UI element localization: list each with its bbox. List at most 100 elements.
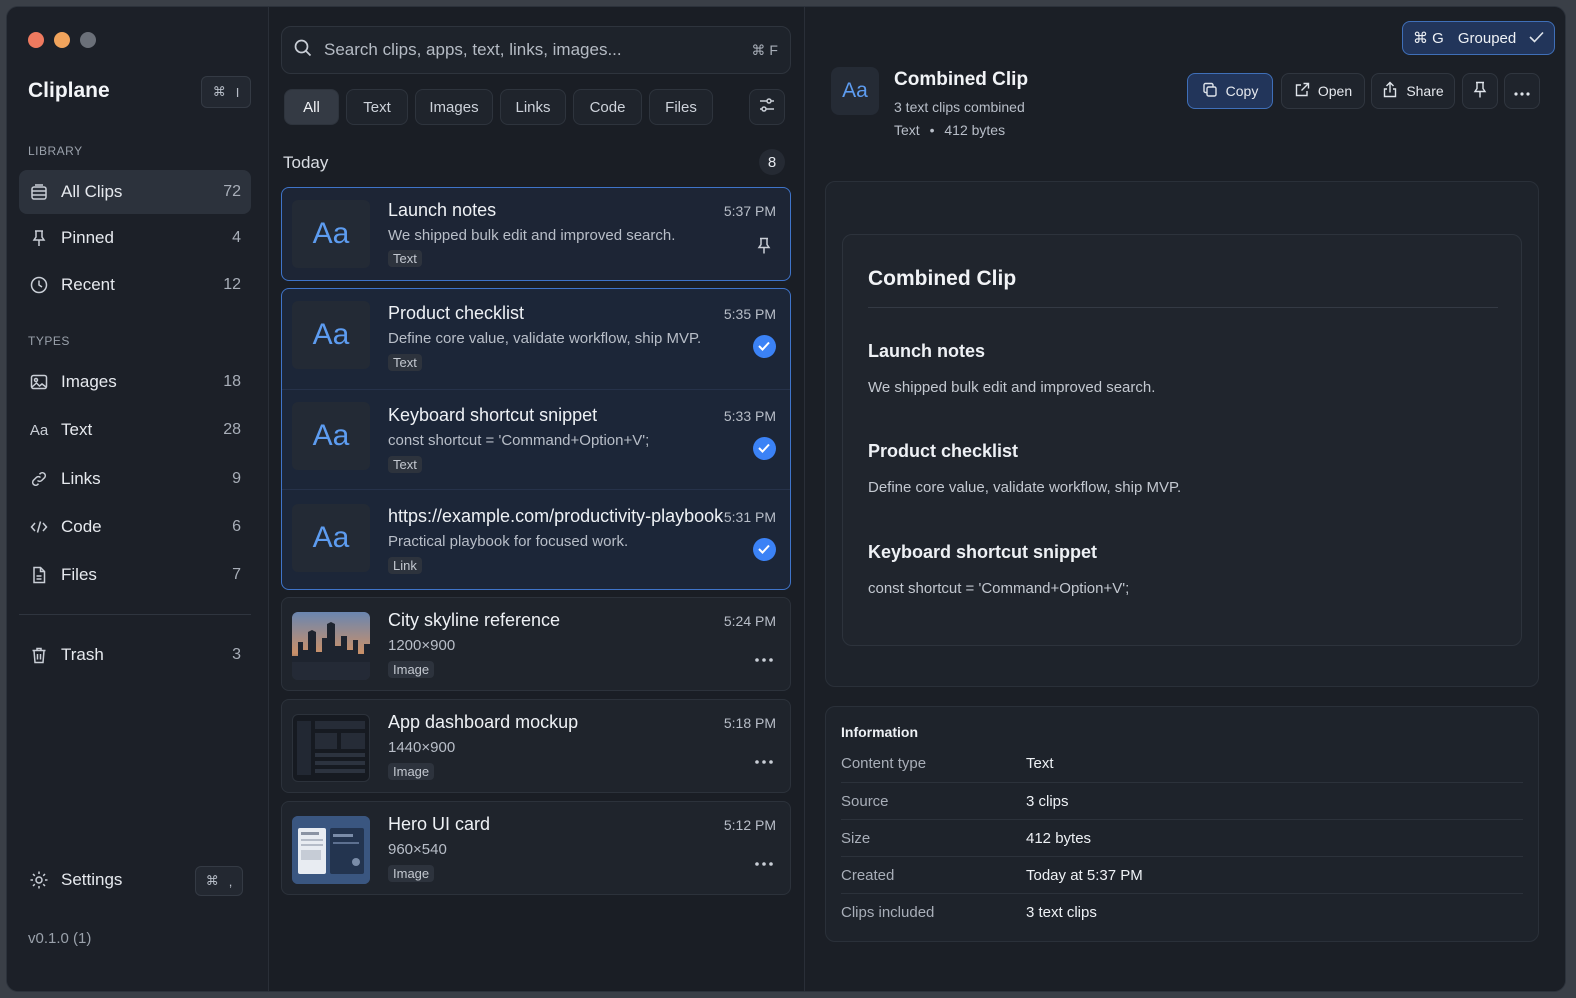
filter-chip-text[interactable]: Text bbox=[346, 89, 408, 125]
detail-pane: ⌘ G Grouped Aa Combined Clip 3 text clip… bbox=[805, 7, 1565, 991]
clip-time: 5:35 PM bbox=[723, 306, 776, 322]
more-options-button[interactable] bbox=[752, 646, 776, 670]
zoom-window-button[interactable] bbox=[80, 32, 96, 48]
sidebar-item-label: Files bbox=[61, 565, 97, 584]
filter-chip-all[interactable]: All bbox=[284, 89, 339, 125]
filter-chip-images[interactable]: Images bbox=[415, 89, 493, 125]
info-value: Text bbox=[1026, 755, 1054, 772]
clip-subtitle: 960×540 bbox=[388, 841, 447, 858]
clip-time: 5:18 PM bbox=[723, 715, 776, 731]
clip-type-tag: Image bbox=[388, 763, 435, 780]
sidebar-item-label: Text bbox=[61, 420, 93, 439]
content-preview-panel: Combined Clip Launch notes We shipped bu… bbox=[825, 181, 1539, 687]
selection-checkbox[interactable] bbox=[752, 436, 776, 460]
detail-subtitle: 3 text clips combined bbox=[894, 99, 1025, 115]
pin-icon bbox=[1472, 81, 1488, 102]
sidebar-item-count: 12 bbox=[223, 276, 241, 293]
share-label: Share bbox=[1406, 83, 1444, 99]
sidebar-item-code[interactable]: Code 6 bbox=[19, 505, 251, 549]
info-row-size: Size 412 bytes bbox=[841, 819, 1523, 856]
sidebar-item-count: 4 bbox=[232, 229, 241, 246]
clip-card-hero-ui-card[interactable]: Hero UI card 960×540 Image 5:12 PM bbox=[281, 801, 791, 895]
clip-subtitle: 1200×900 bbox=[388, 637, 456, 654]
information-panel: Information Content type Text Source 3 c… bbox=[825, 706, 1539, 942]
clip-time: 5:37 PM bbox=[723, 203, 776, 219]
selection-checkbox[interactable] bbox=[752, 537, 776, 561]
clip-card-product-checklist[interactable]: Aa Product checklist Define core value, … bbox=[282, 289, 790, 389]
sidebar-item-label: Trash bbox=[61, 645, 104, 664]
filter-chip-files[interactable]: Files bbox=[649, 89, 713, 125]
sidebar-item-links[interactable]: Links 9 bbox=[19, 457, 251, 501]
open-button[interactable]: Open bbox=[1281, 73, 1365, 109]
clip-card-keyboard-shortcut-snippet[interactable]: Aa Keyboard shortcut snippet const short… bbox=[282, 389, 790, 489]
clip-card-launch-notes[interactable]: Aa Launch notes We shipped bulk edit and… bbox=[281, 187, 791, 281]
sidebar-item-files[interactable]: Files 7 bbox=[19, 553, 251, 597]
open-label: Open bbox=[1317, 83, 1353, 99]
preview-section-body: Define core value, validate workflow, sh… bbox=[868, 479, 1182, 496]
clip-card-city-skyline[interactable]: City skyline reference 1200×900 Image 5:… bbox=[281, 597, 791, 691]
search-bar[interactable]: ⌘ F bbox=[281, 26, 791, 74]
info-value: 3 text clips bbox=[1026, 903, 1097, 921]
sidebar-item-recent[interactable]: Recent 12 bbox=[19, 263, 251, 307]
copy-button[interactable]: Copy bbox=[1187, 73, 1273, 109]
pin-clip-button[interactable] bbox=[1462, 73, 1498, 109]
search-input[interactable] bbox=[324, 40, 752, 60]
sidebar-toggle-shortcut[interactable]: ⌘ I bbox=[201, 76, 251, 108]
clip-time: 5:24 PM bbox=[723, 613, 776, 629]
share-icon bbox=[1382, 81, 1398, 101]
minimize-window-button[interactable] bbox=[54, 32, 70, 48]
search-icon bbox=[294, 39, 312, 62]
clip-list-pane: ⌘ F All Text Images Links Code Files Tod… bbox=[269, 7, 805, 991]
sidebar-divider bbox=[19, 614, 251, 615]
sidebar-item-count: 3 bbox=[232, 646, 241, 663]
pin-button[interactable] bbox=[752, 236, 776, 260]
text-type-icon: Aa bbox=[831, 67, 879, 115]
sidebar-item-trash[interactable]: Trash 3 bbox=[19, 633, 251, 677]
info-row-source: Source 3 clips bbox=[841, 782, 1523, 819]
link-icon bbox=[29, 469, 49, 489]
sidebar-item-text[interactable]: Aa Text 28 bbox=[19, 408, 251, 452]
sidebar-item-all-clips[interactable]: All Clips 72 bbox=[19, 170, 251, 214]
info-value: 412 bytes bbox=[1026, 829, 1092, 847]
close-window-button[interactable] bbox=[28, 32, 44, 48]
sidebar-item-pinned[interactable]: Pinned 4 bbox=[19, 216, 251, 260]
filter-chip-code[interactable]: Code bbox=[573, 89, 642, 125]
sidebar-item-images[interactable]: Images 18 bbox=[19, 360, 251, 404]
text-thumbnail: Aa bbox=[292, 200, 370, 268]
info-key: Clips included bbox=[841, 903, 935, 921]
grouped-toggle-button[interactable]: ⌘ G Grouped bbox=[1402, 21, 1555, 55]
more-actions-button[interactable] bbox=[1504, 73, 1540, 109]
text-icon: Aa bbox=[29, 421, 49, 439]
clip-type-tag: Text bbox=[388, 354, 422, 371]
more-options-button[interactable] bbox=[752, 748, 776, 772]
clipboard-icon bbox=[29, 182, 49, 202]
app-window: Cliplane ⌘ I LIBRARY All Clips 72 Pinned… bbox=[6, 6, 1566, 992]
dashboard-thumbnail bbox=[292, 714, 370, 782]
selected-clips-group: Aa Product checklist Define core value, … bbox=[281, 288, 791, 590]
clip-card-app-dashboard-mockup[interactable]: App dashboard mockup 1440×900 Image 5:18… bbox=[281, 699, 791, 793]
sidebar-item-label: Images bbox=[61, 372, 117, 391]
clip-card-productivity-playbook-link[interactable]: Aa https://example.com/productivity-play… bbox=[282, 489, 790, 589]
command-key: ⌘ bbox=[212, 84, 226, 99]
preview-section-title: Product checklist bbox=[868, 441, 1019, 461]
sidebar: Cliplane ⌘ I LIBRARY All Clips 72 Pinned… bbox=[7, 7, 269, 991]
hero-card-thumbnail bbox=[292, 816, 370, 884]
clip-title: https://example.com/productivity-playboo… bbox=[388, 506, 724, 526]
more-options-button[interactable] bbox=[752, 850, 776, 874]
copy-icon bbox=[1202, 82, 1218, 101]
clip-title: App dashboard mockup bbox=[388, 712, 579, 732]
external-link-icon bbox=[1294, 82, 1310, 101]
sidebar-item-label: Settings bbox=[61, 870, 123, 889]
filter-settings-button[interactable] bbox=[749, 89, 785, 125]
share-button[interactable]: Share bbox=[1371, 73, 1455, 109]
information-heading: Information bbox=[841, 724, 918, 740]
grouped-label: Grouped bbox=[1457, 29, 1517, 47]
clock-icon bbox=[29, 275, 49, 295]
selection-checkbox[interactable] bbox=[752, 334, 776, 358]
meta-type: Text bbox=[894, 122, 920, 138]
text-thumbnail: Aa bbox=[292, 402, 370, 470]
filter-chip-links[interactable]: Links bbox=[500, 89, 566, 125]
preview-section-title: Keyboard shortcut snippet bbox=[868, 542, 1098, 562]
window-controls bbox=[28, 32, 96, 48]
info-key: Source bbox=[841, 792, 889, 810]
